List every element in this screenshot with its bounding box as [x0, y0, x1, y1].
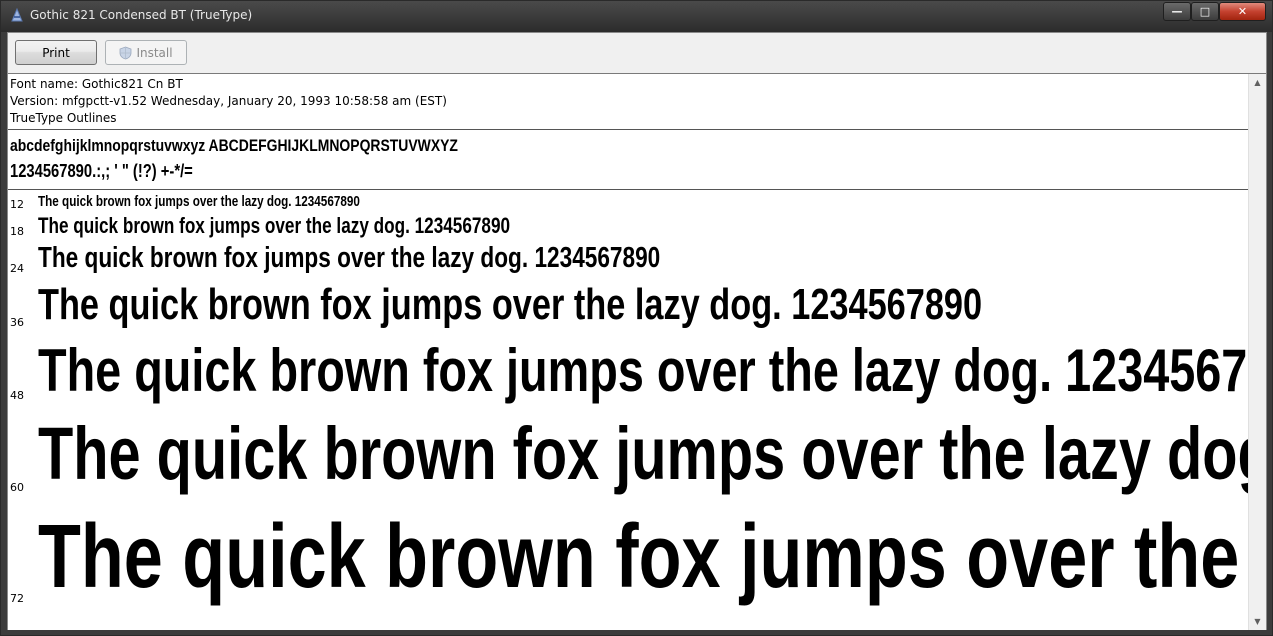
viewer-client-area: Print Install Font name: Gothic821 Cn BT…: [7, 32, 1267, 630]
maximize-button[interactable]: □: [1191, 2, 1219, 21]
minimize-icon: —: [1171, 5, 1183, 18]
size-label-72: 72: [10, 592, 24, 605]
charset-letters: abcdefghijklmnopqrstuvwxyz ABCDEFGHIJKLM…: [10, 136, 458, 155]
size-label-48: 48: [10, 389, 24, 402]
sample-text-18: The quick brown fox jumps over the lazy …: [38, 213, 511, 238]
title-bar[interactable]: Gothic 821 Condensed BT (TrueType) — □ ✕: [1, 1, 1272, 32]
uac-shield-icon: [120, 46, 132, 59]
print-button[interactable]: Print: [15, 40, 97, 65]
sample-text-36: The quick brown fox jumps over the lazy …: [38, 280, 983, 329]
size-label-12: 12: [10, 198, 24, 211]
font-info: Font name: Gothic821 Cn BT Version: mfgp…: [10, 76, 447, 127]
divider: [8, 129, 1251, 130]
size-label-60: 60: [10, 481, 24, 494]
sample-text-24: The quick brown fox jumps over the lazy …: [38, 242, 661, 274]
sample-text-12: The quick brown fox jumps over the lazy …: [38, 193, 360, 210]
vertical-scrollbar[interactable]: ▲ ▼: [1248, 74, 1266, 630]
window-title: Gothic 821 Condensed BT (TrueType): [30, 8, 253, 22]
install-button-label: Install: [136, 45, 173, 60]
sample-text-72: The quick brown fox jumps over the lazy …: [38, 507, 1248, 607]
size-label-18: 18: [10, 225, 24, 238]
font-preview-pane: Font name: Gothic821 Cn BT Version: mfgp…: [8, 73, 1266, 630]
minimize-button[interactable]: —: [1163, 2, 1191, 21]
scroll-up-icon[interactable]: ▲: [1249, 74, 1266, 91]
scroll-down-icon[interactable]: ▼: [1249, 613, 1266, 630]
font-file-icon: [11, 7, 23, 22]
print-button-label: Print: [42, 45, 70, 60]
sample-text-60: The quick brown fox jumps over the lazy …: [38, 412, 1248, 495]
size-label-36: 36: [10, 316, 24, 329]
size-label-24: 24: [10, 262, 24, 275]
close-button[interactable]: ✕: [1219, 2, 1266, 21]
font-viewer-window: Gothic 821 Condensed BT (TrueType) — □ ✕…: [0, 0, 1273, 636]
sample-text-48: The quick brown fox jumps over the lazy …: [38, 337, 1248, 404]
maximize-icon: □: [1199, 5, 1211, 18]
font-version-line: Version: mfgpctt-v1.52 Wednesday, Januar…: [10, 94, 447, 108]
charset-symbols: 1234567890.:,; ' " (!?) +-*/=: [10, 161, 193, 181]
install-button[interactable]: Install: [105, 40, 187, 65]
size-samples: 12 The quick brown fox jumps over the la…: [8, 190, 1248, 630]
font-type-line: TrueType Outlines: [10, 111, 117, 125]
close-icon: ✕: [1237, 5, 1248, 18]
font-name-line: Font name: Gothic821 Cn BT: [10, 77, 183, 91]
